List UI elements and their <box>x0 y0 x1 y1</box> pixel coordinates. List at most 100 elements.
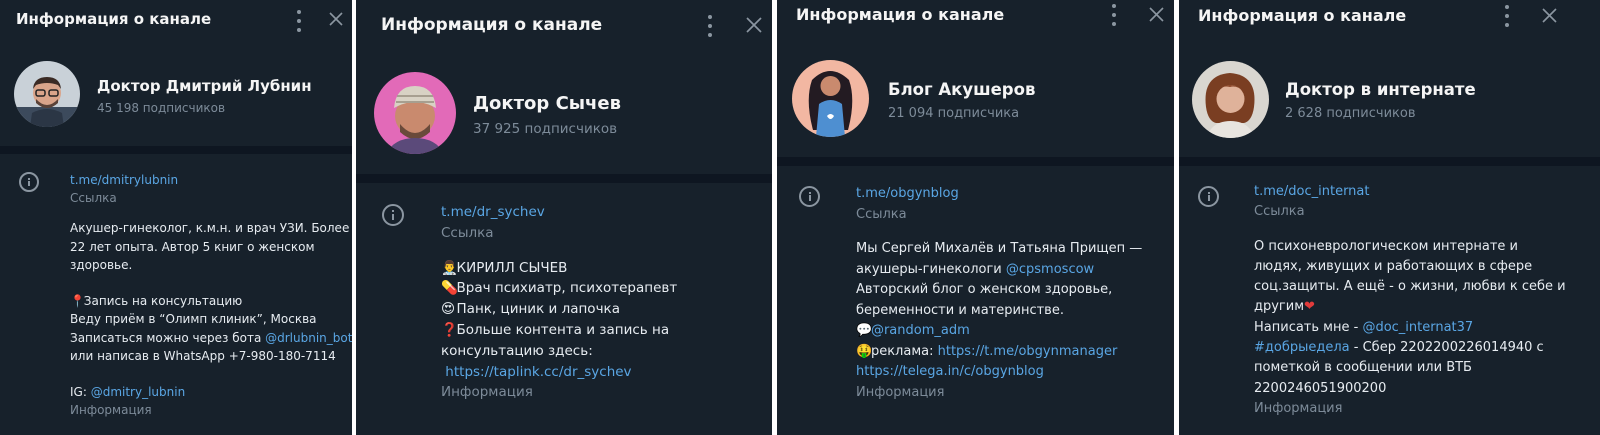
doctor-photo-icon <box>374 72 456 154</box>
doctor-photo-icon <box>14 61 80 127</box>
doctor-photo-icon <box>1192 61 1269 138</box>
desc-line: людях, живущих и работающих в сфере <box>1254 258 1533 274</box>
more-vertical-icon[interactable] <box>1106 4 1122 26</box>
channel-avatar[interactable] <box>1192 61 1269 138</box>
panel-title: Информация о канале <box>796 5 1005 24</box>
desc-line: соц.защиты. А ещё - о жизни, любви к себ… <box>1254 279 1566 295</box>
info-caption: Информация <box>70 403 152 418</box>
info-icon <box>799 186 820 207</box>
section-divider <box>777 157 1174 166</box>
channel-details: t.me/doc_internat Ссылка О психоневролог… <box>1254 182 1566 419</box>
info-caption: Информация <box>856 384 945 400</box>
channel-name: Блог Акушеров <box>888 80 1036 99</box>
hashtag-link[interactable]: #добрыедела <box>1254 340 1350 355</box>
section-divider <box>0 146 352 154</box>
doc-internat-mention-link[interactable]: @doc_internat37 <box>1362 320 1473 335</box>
channel-info-panel-1: Информация о канале Доктор Дмитрий Лубни… <box>0 0 352 435</box>
subscriber-count: 37 925 подписчиков <box>473 121 618 137</box>
desc-text: другим <box>1254 299 1305 315</box>
ads-manager-link[interactable]: https://t.me/obgynmanager <box>938 344 1118 359</box>
channel-info-panel-2: Информация о канале Доктор Сычев 37 925 … <box>356 0 772 435</box>
channel-link[interactable]: t.me/dmitrylubnin <box>70 171 352 189</box>
bot-mention-link[interactable]: @drlubnin_bot <box>265 331 352 345</box>
channel-info-panel-3: Информация о канале Блог Акушеров 21 094… <box>777 0 1174 435</box>
desc-line: Веду приём в “Олимп клиник”, Москва <box>70 312 317 327</box>
channel-name: Доктор в интернате <box>1285 80 1476 99</box>
heart-eyes-emoji-icon: 😍 <box>441 301 456 318</box>
panel-title: Информация о канале <box>16 10 212 28</box>
screenshot-strip: Информация о канале Доктор Дмитрий Лубни… <box>0 0 1600 435</box>
info-caption: Информация <box>441 384 533 401</box>
desc-line: консультацию здесь: <box>441 342 593 359</box>
channel-description: О психоневрологическом интернате и людях… <box>1254 237 1566 399</box>
close-icon[interactable] <box>746 17 762 33</box>
channel-avatar[interactable] <box>374 72 456 154</box>
subscriber-count: 45 198 подписчиков <box>97 101 226 115</box>
channel-description: Мы Сергей Михалёв и Татьяна Прищеп — аку… <box>856 239 1142 383</box>
desc-text: - Сбер 2202200226014940 с <box>1349 340 1544 356</box>
channel-description: Акушер-гинеколог, к.м.н. и врач УЗИ. Бол… <box>70 219 352 401</box>
channel-avatar[interactable] <box>14 61 80 127</box>
channel-link[interactable]: t.me/doc_internat <box>1254 182 1566 202</box>
red-heart-emoji-icon: ❤ <box>1304 299 1315 315</box>
desc-text: Записаться можно через бота <box>70 330 266 345</box>
speech-bubble-emoji-icon: 💬 <box>856 323 873 338</box>
money-mouth-emoji-icon: 🤑 <box>856 343 873 359</box>
info-caption: Информация <box>1254 400 1343 416</box>
close-icon[interactable] <box>329 12 343 26</box>
info-icon <box>1198 186 1219 207</box>
info-icon <box>382 204 404 226</box>
desc-line: или написав в WhatsApp +7-980-180-7114 <box>70 348 336 363</box>
link-caption: Ссылка <box>1254 204 1305 220</box>
pushpin-icon: 📍 <box>70 294 85 309</box>
more-vertical-icon[interactable] <box>1499 5 1515 27</box>
more-vertical-icon[interactable] <box>702 15 718 37</box>
desc-line: Акушер-гинеколог, к.м.н. и врач УЗИ. Бол… <box>70 221 350 236</box>
desc-line: беременности и материнстве. <box>856 302 1064 318</box>
channel-avatar[interactable] <box>792 60 869 137</box>
channel-info-panel-4: Информация о канале Доктор в интернате 2… <box>1179 0 1600 435</box>
desc-line: Запись на консультацию <box>83 294 243 309</box>
desc-text: IG: <box>70 385 91 400</box>
close-icon[interactable] <box>1149 7 1164 22</box>
telega-link[interactable]: https://telega.in/c/obgynblog <box>856 362 1142 383</box>
desc-line: 22 лет опыта. Автор 5 книг о женском <box>70 239 315 254</box>
cpsmoscow-mention-link[interactable]: @cpsmoscow <box>1006 262 1094 277</box>
close-icon[interactable] <box>1542 8 1557 23</box>
taplink-link[interactable]: https://taplink.cc/dr_sychev <box>445 364 631 380</box>
desc-line: Авторский блог о женском здоровье, <box>856 282 1113 297</box>
more-vertical-icon[interactable] <box>291 10 307 32</box>
doctor-emoji-icon: 👨‍⚕️ <box>441 259 458 276</box>
subscriber-count: 21 094 подписчика <box>888 106 1020 121</box>
desc-line: Панк, циник и лапочка <box>456 301 620 318</box>
desc-text: акушеры-гинекологи <box>856 261 1006 277</box>
obstetrician-illustration-icon <box>792 60 869 137</box>
section-divider <box>356 174 772 183</box>
desc-line: Больше контента и запись на <box>456 321 670 338</box>
channel-name: Доктор Сычев <box>473 93 622 114</box>
channel-details: t.me/obgynblog Ссылка Мы Сергей Михалёв … <box>856 184 1142 403</box>
desc-line: пометкой в сообщении или ВТБ <box>1254 360 1472 376</box>
desc-line: О психоневрологическом интернате и <box>1254 238 1518 254</box>
channel-link[interactable]: t.me/obgynblog <box>856 184 1142 205</box>
desc-line: Мы Сергей Михалёв и Татьяна Прищеп — <box>856 241 1143 256</box>
link-caption: Ссылка <box>856 206 907 222</box>
info-icon <box>19 172 39 192</box>
pill-emoji-icon: 💊 <box>441 280 458 297</box>
channel-description: 👨‍⚕️КИРИЛЛ СЫЧЕВ 💊Врач психиатр, психоте… <box>441 258 677 383</box>
link-caption: Ссылка <box>441 224 494 241</box>
question-mark-emoji-icon: ❓ <box>441 321 458 338</box>
link-caption: Ссылка <box>70 191 117 206</box>
panel-title: Информация о канале <box>1198 6 1407 25</box>
panel-title: Информация о канале <box>381 15 603 35</box>
channel-link[interactable]: t.me/dr_sychev <box>441 202 677 223</box>
desc-line: здоровье. <box>70 257 133 272</box>
desc-text: реклама: <box>870 343 938 359</box>
channel-details: t.me/dr_sychev Ссылка 👨‍⚕️КИРИЛЛ СЫЧЕВ 💊… <box>441 202 677 403</box>
desc-line: КИРИЛЛ СЫЧЕВ <box>456 259 568 276</box>
subscriber-count: 2 628 подписчиков <box>1285 106 1416 121</box>
random-adm-mention-link[interactable]: @random_adm <box>871 323 970 338</box>
channel-name: Доктор Дмитрий Лубнин <box>97 77 312 95</box>
instagram-mention-link[interactable]: @dmitry_lubnin <box>91 385 185 399</box>
channel-details: t.me/dmitrylubnin Ссылка Акушер-гинеколо… <box>70 171 352 420</box>
